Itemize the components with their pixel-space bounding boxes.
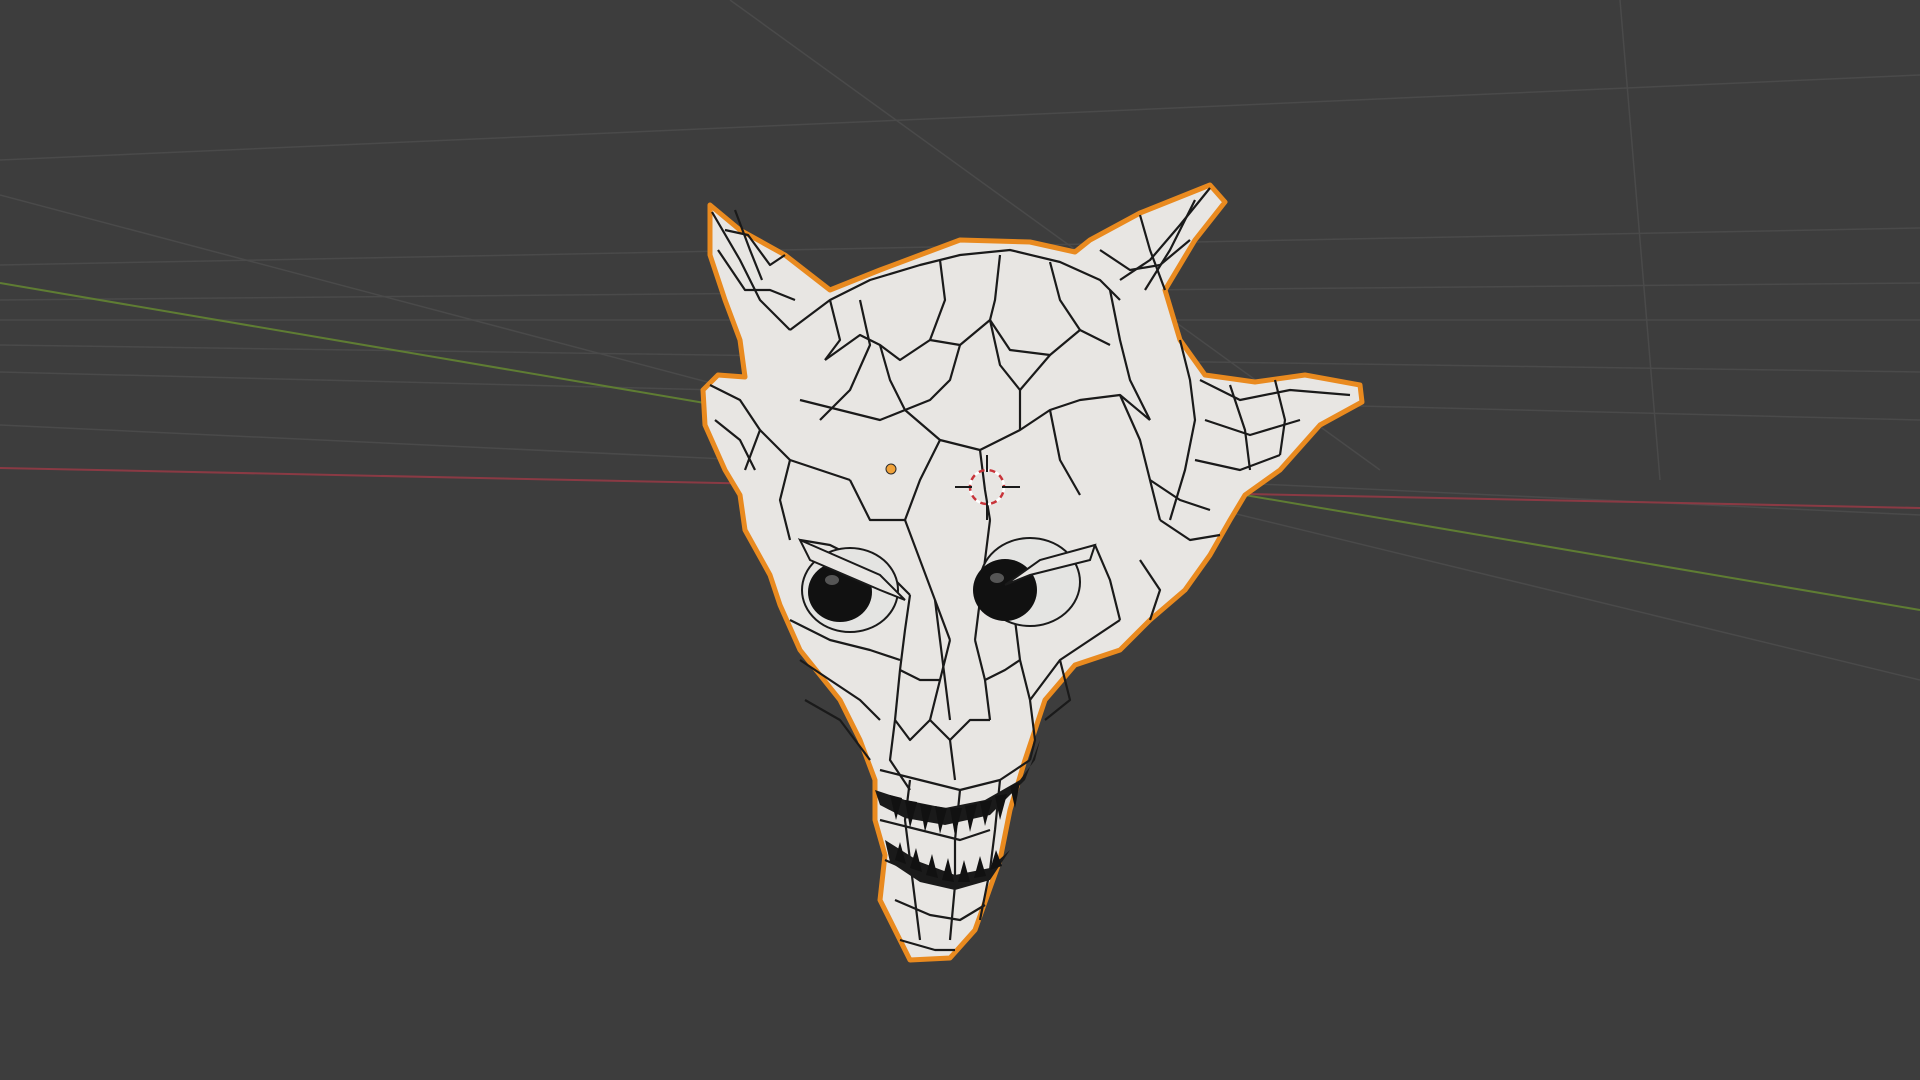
demon-head-mesh[interactable] [700,182,1365,963]
viewport-canvas[interactable] [0,0,1920,1080]
3d-viewport[interactable] [0,0,1920,1080]
object-origin-icon[interactable] [885,463,897,475]
